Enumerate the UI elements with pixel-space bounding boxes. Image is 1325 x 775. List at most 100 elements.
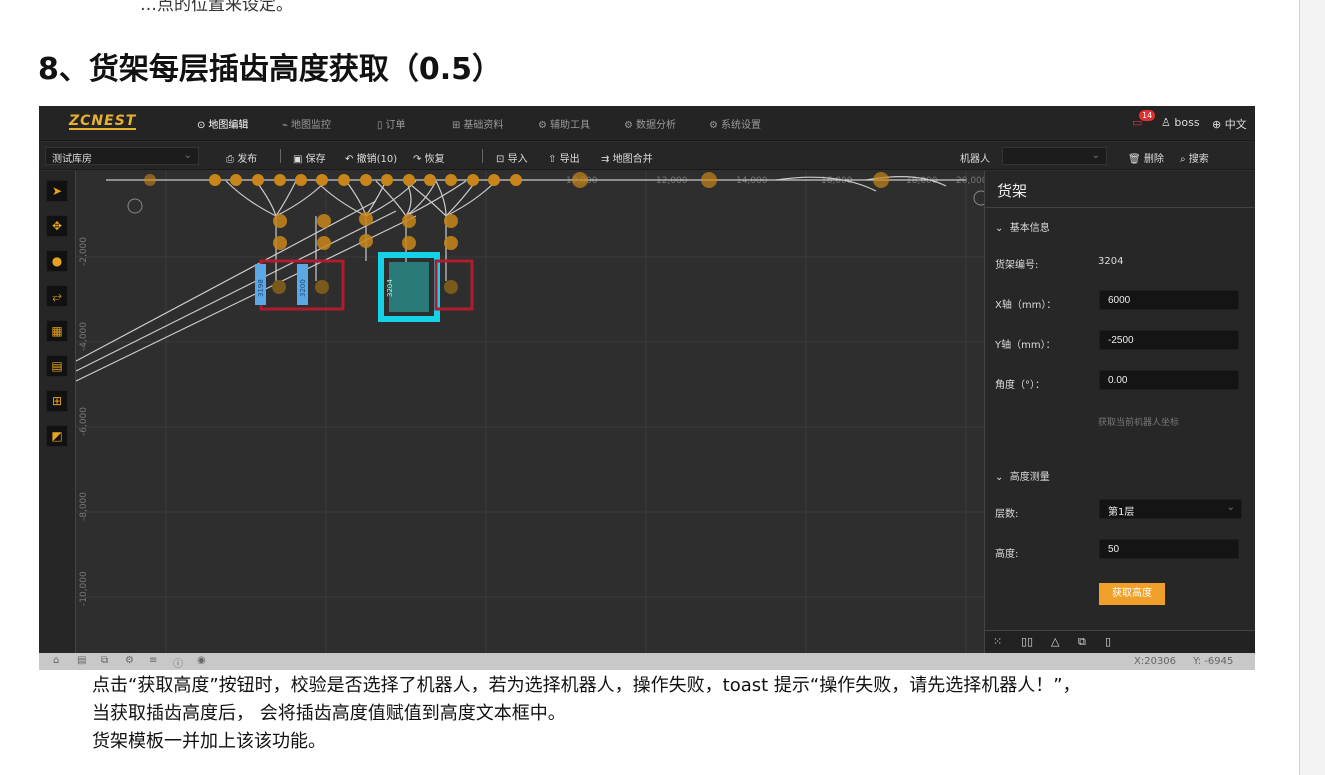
- info-icon[interactable]: ⓘ: [173, 655, 183, 670]
- nav-analytics[interactable]: ⚙ 数据分析: [624, 116, 676, 131]
- delete-button[interactable]: 🗑 删除: [1128, 150, 1164, 165]
- map-svg[interactable]: 10,000 12,000 14,000 16,000 18,000 20,00…: [75, 171, 1014, 653]
- publish-icon: ⎙: [226, 154, 234, 165]
- toolbar-divider: [280, 149, 281, 163]
- y-axis-input[interactable]: [1099, 330, 1239, 350]
- nav-basic-data[interactable]: ⊞ 基础资料: [452, 116, 503, 131]
- page-margin: [1300, 0, 1325, 775]
- scroll-left-icon[interactable]: [127, 198, 143, 214]
- angle-input[interactable]: [1099, 370, 1239, 390]
- map-canvas[interactable]: 10,000 12,000 14,000 16,000 18,000 20,00…: [75, 171, 1014, 653]
- search-button[interactable]: ⌕ 搜索: [1180, 150, 1209, 165]
- copy-icon[interactable]: ⧉: [1078, 635, 1086, 649]
- rack-node: [272, 280, 286, 294]
- doc-paragraph: 点击“获取高度”按钮时，校验是否选择了机器人，若为选择机器人，操作失败，toas…: [92, 672, 1292, 756]
- nav-orders[interactable]: ▯ 订单: [377, 116, 406, 131]
- rack-label: 3198: [257, 279, 265, 297]
- embedded-app-screenshot: ZCNEST ⊙ 地图编辑 ⌁ 地图监控 ▯ 订单 ⊞ 基础资料 ⚙ 辅助工具 ⚙ 数据分析…: [39, 106, 1255, 670]
- panel-title: 货架: [997, 182, 1028, 200]
- eye-icon[interactable]: ◉: [197, 655, 206, 666]
- save-icon: ▣: [293, 154, 303, 165]
- get-robot-coord-link[interactable]: 获取当前机器人坐标: [1098, 415, 1179, 428]
- rack-no-label: 货架编号:: [995, 260, 1039, 271]
- layer-select[interactable]: 第1层 ⌄: [1099, 499, 1242, 519]
- select-tool-icon[interactable]: ➤: [46, 180, 68, 202]
- rack-label: 3200: [299, 279, 307, 297]
- point-tool-icon[interactable]: ●: [46, 250, 68, 272]
- import-button[interactable]: ⊡ 导入: [496, 150, 528, 165]
- x-tick: 20,000: [956, 176, 984, 186]
- list-icon[interactable]: ≡: [149, 655, 157, 666]
- warehouse-select[interactable]: 测试库房 ⌄: [45, 147, 199, 165]
- app-logo: ZCNEST: [69, 113, 137, 130]
- cursor-x: X:20306: [1134, 656, 1177, 667]
- publish-button[interactable]: ⎙ 发布: [226, 150, 257, 165]
- file-icon[interactable]: ▤: [77, 655, 86, 666]
- doc-top-text: …点的位置来设定。: [140, 0, 293, 15]
- undo-icon: ↶: [345, 154, 354, 165]
- height-input[interactable]: [1099, 539, 1239, 559]
- path-tool-icon[interactable]: ⥂: [46, 285, 68, 307]
- x-axis-label: X轴（mm）：: [995, 300, 1057, 311]
- y-axis-label: Y轴（mm）：: [995, 340, 1056, 351]
- save-button[interactable]: ▣ 保存: [293, 150, 326, 165]
- robot-select[interactable]: ⌄: [1002, 147, 1107, 165]
- rack-no-value: 3204: [1098, 256, 1124, 267]
- move-tool-icon[interactable]: ✥: [46, 215, 68, 237]
- language-switch[interactable]: ⊕ 中文: [1212, 116, 1247, 132]
- nav-map-edit[interactable]: ⊙ 地图编辑: [197, 116, 248, 131]
- toolbar-divider: [482, 149, 483, 163]
- doc-line: 当获取插齿高度后， 会将插齿高度值赋值到高度文本框中。: [92, 703, 566, 724]
- robot-label: 机器人: [960, 154, 990, 165]
- gear-icon: ⚙: [709, 120, 718, 131]
- status-bar: ⌂ ▤ ⧉ ⚙ ≡ ⓘ ◉ X:20306 Y: -6945: [39, 653, 1255, 670]
- undo-button[interactable]: ↶ 撤销(10): [345, 150, 397, 165]
- notification-badge: 14: [1139, 110, 1156, 121]
- chevron-down-icon: ⌄: [995, 472, 1004, 483]
- grid-icon[interactable]: ⁙: [993, 635, 1002, 648]
- scroll-left-icon[interactable]: [973, 190, 989, 206]
- nav-settings[interactable]: ⚙ 系统设置: [709, 116, 761, 131]
- rack-3204-body: [389, 262, 429, 312]
- gear-icon[interactable]: ⚙: [125, 655, 134, 666]
- shape-tool-icon[interactable]: ◩: [46, 425, 68, 447]
- canvas-nav[interactable]: [127, 190, 1009, 214]
- export-button[interactable]: ⇧ 导出: [548, 150, 580, 165]
- basic-info-section[interactable]: ⌄ 基本信息: [995, 219, 1050, 234]
- trash-icon: 🗑: [1128, 154, 1141, 165]
- home-icon[interactable]: ⌂: [53, 655, 59, 666]
- x-tick: 14,000: [736, 176, 768, 186]
- copy-icon[interactable]: ⧉: [101, 655, 108, 666]
- rack-label: 3204: [386, 279, 394, 297]
- x-axis-input[interactable]: [1099, 290, 1239, 310]
- rack-tool-icon[interactable]: ▤: [46, 355, 68, 377]
- file-icon[interactable]: ▯: [1105, 635, 1111, 648]
- chevron-down-icon: ⌄: [183, 150, 192, 161]
- panel-footer: ⁙ ▯▯ △ ⧉ ▯: [985, 630, 1255, 653]
- nav-map-monitor[interactable]: ⌁ 地图监控: [282, 116, 331, 131]
- triangle-icon[interactable]: △: [1051, 635, 1059, 648]
- get-height-button[interactable]: 获取高度: [1099, 583, 1165, 605]
- columns-icon[interactable]: ▯▯: [1021, 635, 1033, 648]
- gear-icon: ⚙: [624, 120, 633, 131]
- cursor-y: Y: -6945: [1193, 656, 1234, 667]
- chart-icon: ⌁: [282, 120, 289, 131]
- user-icon: ♙: [1161, 116, 1171, 129]
- height-label: 高度:: [995, 549, 1019, 560]
- chevron-down-icon: ⌄: [1091, 150, 1100, 161]
- merge-map-button[interactable]: ⇉ 地图合并: [601, 150, 653, 165]
- globe-icon: ⊕: [1212, 118, 1222, 131]
- property-panel: 货架 ⌄ 基本信息 货架编号: 3204 X轴（mm）： Y轴（mm）： 角度（…: [984, 171, 1255, 653]
- chevron-down-icon: ⌄: [995, 223, 1004, 234]
- redo-button[interactable]: ↷ 恢复: [413, 150, 445, 165]
- y-tick: -4,000: [79, 322, 89, 351]
- group-tool-icon[interactable]: ⊞: [46, 390, 68, 412]
- panel-divider: [985, 207, 1255, 208]
- y-tick: -8,000: [79, 492, 89, 521]
- y-tick: -2,000: [79, 237, 89, 266]
- doc-line: 点击“获取高度”按钮时，校验是否选择了机器人，若为选择机器人，操作失败，toas…: [92, 675, 1081, 696]
- area-tool-icon[interactable]: ▦: [46, 320, 68, 342]
- height-measure-section[interactable]: ⌄ 高度测量: [995, 468, 1050, 483]
- user-menu[interactable]: ♙ boss: [1161, 116, 1200, 129]
- nav-tools[interactable]: ⚙ 辅助工具: [538, 116, 590, 131]
